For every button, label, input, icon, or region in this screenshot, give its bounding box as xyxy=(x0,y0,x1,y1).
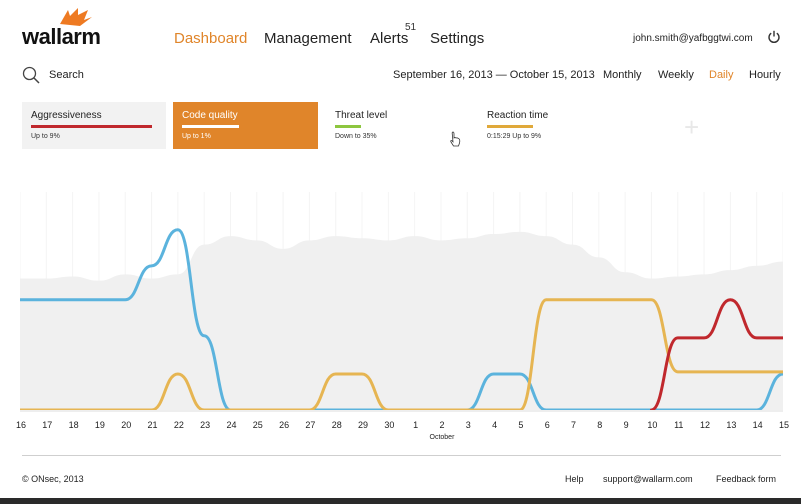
period-weekly[interactable]: Weekly xyxy=(658,69,694,81)
x-tick-label: 4 xyxy=(492,420,498,430)
alerts-count-badge: 51 xyxy=(405,22,417,33)
background-area-series xyxy=(20,231,783,410)
x-tick-label: 17 xyxy=(42,420,53,430)
x-tick-label: 23 xyxy=(200,420,211,430)
card-threat-level[interactable]: Threat level Down to 35% xyxy=(326,102,466,149)
x-tick-label: 5 xyxy=(518,420,524,430)
x-tick-label: 8 xyxy=(597,420,603,430)
card-reaction-time[interactable]: Reaction time 0:15:29 Up to 9% xyxy=(478,102,628,149)
search-label[interactable]: Search xyxy=(49,69,84,81)
x-tick-label: 29 xyxy=(358,420,369,430)
period-daily[interactable]: Daily xyxy=(709,69,733,81)
x-tick-label: 3 xyxy=(465,420,471,430)
card-aggressiveness[interactable]: Aggressiveness Up to 9% xyxy=(22,102,166,149)
x-tick-label: 7 xyxy=(571,420,577,430)
x-tick-label: 13 xyxy=(726,420,737,430)
card-subtitle: 0:15:29 Up to 9% xyxy=(487,133,542,140)
x-tick-label: 18 xyxy=(68,420,79,430)
card-title: Reaction time xyxy=(487,110,549,121)
card-title: Aggressiveness xyxy=(31,110,102,121)
period-hourly[interactable]: Hourly xyxy=(749,69,781,81)
period-monthly[interactable]: Monthly xyxy=(603,69,642,81)
nav-management[interactable]: Management xyxy=(264,30,352,47)
x-tick-label: 16 xyxy=(15,420,26,430)
power-icon[interactable] xyxy=(767,30,781,44)
hand-cursor-icon xyxy=(450,131,461,147)
support-email-link[interactable]: support@wallarm.com xyxy=(603,474,693,484)
add-metric-plus-icon[interactable]: + xyxy=(684,112,699,143)
x-tick-label: 11 xyxy=(674,420,684,430)
x-tick-label: 27 xyxy=(305,420,316,430)
card-subtitle: Up to 9% xyxy=(31,133,60,140)
x-tick-label: 30 xyxy=(384,420,395,430)
nav-settings[interactable]: Settings xyxy=(430,30,484,47)
x-tick-label: 9 xyxy=(623,420,629,430)
x-tick-label: 21 xyxy=(147,420,158,430)
footer-divider xyxy=(22,455,781,456)
card-title: Code quality xyxy=(182,110,238,121)
feedback-form-link[interactable]: Feedback form xyxy=(716,474,776,484)
bottom-strip xyxy=(0,498,801,504)
x-month-label: October xyxy=(429,434,455,441)
copyright-text: © ONsec, 2013 xyxy=(22,474,84,484)
card-subtitle: Up to 1% xyxy=(182,133,211,140)
card-code-quality[interactable]: Code quality Up to 1% xyxy=(173,102,318,149)
date-range-picker[interactable]: September 16, 2013 — October 15, 2013 xyxy=(393,69,595,81)
help-link[interactable]: Help xyxy=(565,474,584,484)
x-tick-label: 26 xyxy=(279,420,290,430)
user-email-link[interactable]: john.smith@yafbggtwi.com xyxy=(633,33,753,44)
card-color-bar xyxy=(31,125,152,128)
x-tick-label: 1 xyxy=(413,420,419,430)
x-tick-label: 10 xyxy=(647,420,658,430)
search-icon[interactable] xyxy=(22,66,40,84)
card-title: Threat level xyxy=(335,110,388,121)
x-tick-label: 25 xyxy=(252,420,263,430)
x-tick-label: 24 xyxy=(226,420,237,430)
x-tick-label: 15 xyxy=(778,420,789,430)
activity-line-chart xyxy=(20,192,783,412)
x-tick-label: 6 xyxy=(544,420,550,430)
x-tick-label: 20 xyxy=(121,420,132,430)
nav-dashboard[interactable]: Dashboard xyxy=(174,30,247,47)
card-subtitle: Down to 35% xyxy=(335,133,377,140)
x-tick-label: 14 xyxy=(752,420,763,430)
x-tick-label: 22 xyxy=(173,420,184,430)
nav-alerts[interactable]: Alerts xyxy=(370,30,408,47)
x-tick-label: 12 xyxy=(700,420,711,430)
x-tick-label: 28 xyxy=(331,420,342,430)
x-tick-label: 2 xyxy=(439,420,445,430)
logo-text[interactable]: wallarm xyxy=(22,24,101,50)
card-color-bar xyxy=(487,125,533,128)
card-color-bar xyxy=(335,125,361,128)
x-tick-label: 19 xyxy=(94,420,105,430)
card-color-bar xyxy=(182,125,239,128)
